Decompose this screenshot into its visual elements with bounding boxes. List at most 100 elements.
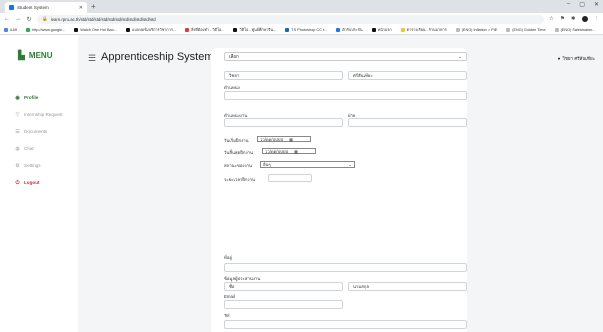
bookmark-item[interactable]: (ENG) Golden Time — [506, 27, 546, 32]
user-menu[interactable]: ● วิชยา ศรีสันเทียะ — [558, 55, 595, 62]
menu-title: MENU — [28, 51, 53, 60]
bookmark-label: หน้าแรก — [377, 27, 392, 32]
bookmark-label: ตารางเรียน - ร้านอาหาร — [406, 27, 447, 32]
bookmark-label: ตัวรับประกัน — [342, 27, 363, 32]
hamburger-icon[interactable]: ☰ — [88, 53, 96, 64]
sidebar-item-logout[interactable]: ⏻ Logout — [0, 174, 78, 191]
bookmark-favicon-icon — [371, 27, 376, 32]
user-icon: ● — [557, 56, 561, 61]
favicon-icon — [9, 5, 14, 10]
bookmark-favicon-icon — [233, 27, 238, 32]
bookmark-favicon-icon — [285, 27, 290, 32]
address-bar[interactable]: 🔒 learn.rpru.ac.th/std/std/std/std/std/s… — [37, 14, 545, 24]
period-field[interactable] — [268, 174, 312, 182]
last-name-value: ศรีสันเทียะ — [353, 73, 373, 78]
end-date-label: วันสิ้นสุดฝึกงาน — [224, 150, 253, 155]
bookmark-item[interactable]: แอป — [4, 27, 17, 33]
bookmark-item[interactable]: วิดีโอ - ศูนย์ศึกษาจีน... — [233, 27, 276, 33]
browser-tabbar: Student System ✕ + – ▢ ✕ — [0, 0, 603, 13]
email-field[interactable] — [224, 300, 343, 309]
email-label: Email — [224, 294, 235, 299]
bookmark-favicon-icon — [74, 27, 79, 32]
bookmark-item[interactable]: http://www.google... — [26, 27, 65, 32]
puzzle-icon[interactable]: ✱ — [571, 16, 576, 22]
kebab-menu-icon[interactable]: ⋮ — [594, 16, 600, 22]
close-icon[interactable]: ✕ — [79, 5, 83, 11]
browser-toolbar: ← → ↻ 🔒 learn.rpru.ac.th/std/std/std/std… — [0, 13, 603, 25]
tab-title: Student System — [17, 5, 49, 10]
bookmark-item[interactable]: TS Photoshop CC t... — [285, 27, 327, 32]
bookmark-item[interactable]: ตารางเรียน - ร้านอาหาร — [400, 27, 447, 33]
app: ▙ MENU ◉ Profile ▽ Internship Request ☰ Docum… — [0, 35, 603, 332]
company-select[interactable]: เลือก ⌄ — [224, 52, 467, 61]
forward-icon[interactable]: → — [15, 16, 21, 22]
sidebar-item-settings[interactable]: ⚙ Settings — [0, 157, 78, 174]
maximize-icon[interactable]: ▢ — [579, 1, 585, 8]
calendar-icon[interactable]: ▦ — [289, 137, 293, 142]
bookmark-item[interactable]: (ENG) Inflation > PIE — [455, 27, 498, 32]
bookmark-item[interactable]: (ENG) Salesmaker... — [554, 27, 595, 32]
star-icon[interactable]: ☆ — [549, 16, 554, 22]
address-field[interactable] — [224, 263, 467, 272]
menu-header: ▙ MENU — [18, 50, 52, 61]
bookmark-favicon-icon — [400, 27, 405, 32]
bookmark-label: แบบฟอร์มบริการวิชาการ... — [131, 27, 177, 32]
start-date-label: วันเริ่มฝึกงาน — [224, 138, 249, 143]
status-select[interactable]: อื่นๆ ⌄ — [260, 161, 355, 168]
building-icon: ▙ — [18, 50, 25, 60]
bookmark-item[interactable]: แบบฟอร์มบริการวิชาการ... — [125, 27, 177, 33]
sidebar-item-label: Settings — [24, 163, 41, 168]
calendar-icon[interactable]: ▦ — [294, 149, 298, 154]
sidebar: ▙ MENU ◉ Profile ▽ Internship Request ☰ Docum… — [0, 35, 78, 332]
bookmark-label: Watch One Hui Bao... — [80, 27, 117, 32]
last-name-field[interactable]: ศรีสันเทียะ — [348, 71, 467, 80]
start-date-input[interactable]: วว/ดด/ปปปป ▦ — [257, 136, 311, 142]
bookmark-favicon-icon — [185, 27, 190, 32]
sidebar-item-label: Documents — [24, 129, 48, 134]
phone-field[interactable] — [224, 320, 467, 329]
reload-icon[interactable]: ↻ — [26, 16, 32, 23]
bookmark-favicon-icon — [336, 27, 341, 32]
power-icon: ⏻ — [15, 179, 20, 186]
back-icon[interactable]: ← — [4, 16, 10, 22]
position-label: ตำแหน่ง — [224, 85, 240, 90]
profile-avatar[interactable] — [581, 16, 588, 22]
bookmark-item[interactable]: หน้าแรก — [371, 27, 392, 33]
first-name-value: วิชยา — [229, 73, 240, 78]
extension-icon[interactable]: ⚑ — [560, 16, 565, 22]
chat-icon: ◍ — [15, 145, 20, 152]
contact-last-field[interactable]: นามสกุล — [348, 282, 467, 291]
browser-tab[interactable]: Student System ✕ — [5, 2, 87, 13]
user-name: วิชยา ศรีสันเทียะ — [562, 56, 595, 61]
bookmarks-bar: แอป http://www.google... Watch One Hui Bao… — [0, 25, 603, 35]
new-tab-icon[interactable]: + — [91, 2, 96, 11]
bookmark-favicon-icon — [125, 27, 130, 32]
bookmark-label: วิดีโอ - ศูนย์ศึกษาจีน... — [239, 27, 277, 32]
sidebar-item-label: Profile — [24, 95, 39, 100]
bookmark-label: (ENG) Inflation > PIE — [461, 27, 498, 32]
first-name-field[interactable]: วิชยา — [224, 71, 343, 80]
end-date-input[interactable]: วว/ดด/ปปปป ▦ — [262, 148, 316, 154]
close-window-icon[interactable]: ✕ — [594, 1, 599, 8]
sidebar-item-profile[interactable]: ◉ Profile — [0, 89, 78, 106]
contact-label: ข้อมูลผู้ประสานงาน — [224, 276, 261, 281]
bookmark-item[interactable]: Watch One Hui Bao... — [74, 27, 117, 32]
page-title: Apprenticeship System — [101, 51, 214, 63]
phone-label: Tel — [224, 313, 230, 318]
sidebar-item-documents[interactable]: ☰ Documents — [0, 123, 78, 140]
user-icon: ◉ — [15, 94, 20, 101]
contact-name-value: ชื่อ — [229, 284, 235, 289]
sidebar-item-chat[interactable]: ◍ Chat — [0, 140, 78, 157]
section-field[interactable] — [348, 118, 467, 127]
bookmark-item[interactable]: สิ่งที่ต้องทำ - วิดีโอ... — [185, 27, 224, 33]
department-field[interactable] — [224, 118, 343, 127]
status-value: อื่นๆ — [263, 162, 271, 167]
list-icon: ☰ — [15, 128, 20, 135]
sidebar-item-internship-request[interactable]: ▽ Internship Request — [0, 106, 78, 123]
bookmark-label: แอป — [10, 27, 18, 32]
bookmark-item[interactable]: ตัวรับประกัน — [336, 27, 363, 33]
minimize-icon[interactable]: – — [567, 1, 570, 8]
bookmark-favicon-icon — [4, 27, 8, 32]
contact-name-field[interactable]: ชื่อ — [224, 282, 343, 291]
position-field[interactable] — [224, 91, 467, 100]
